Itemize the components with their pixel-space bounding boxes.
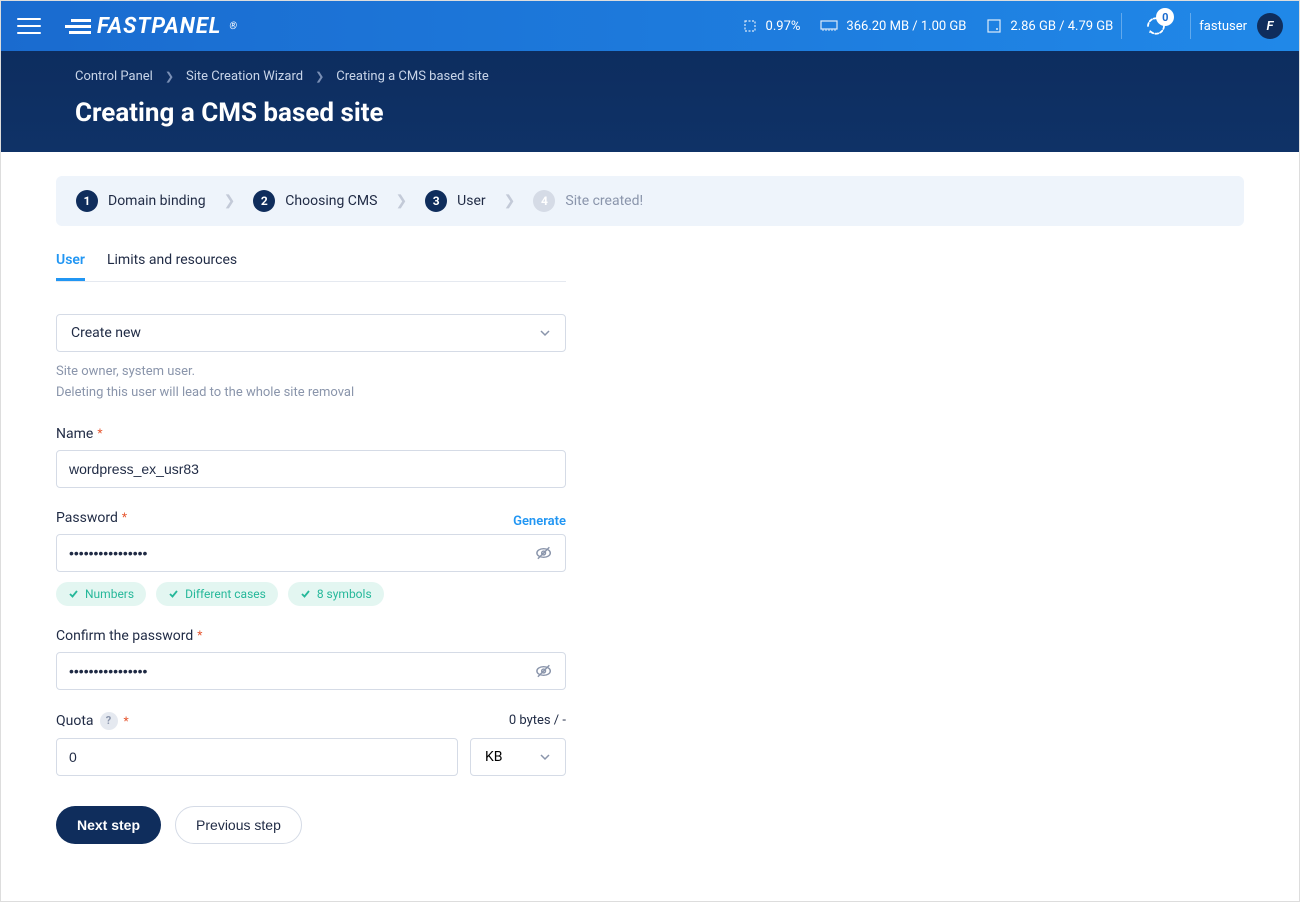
chip-symbols: 8 symbols — [288, 582, 384, 606]
subheader: Control Panel ❯ Site Creation Wizard ❯ C… — [1, 51, 1299, 152]
help-icon[interactable]: ? — [100, 712, 118, 730]
breadcrumb-item[interactable]: Site Creation Wizard — [186, 69, 303, 84]
name-input-wrap — [56, 450, 566, 488]
breadcrumb-item[interactable]: Creating a CMS based site — [336, 69, 488, 84]
tabs: User Limits and resources — [56, 252, 566, 282]
previous-step-button[interactable]: Previous step — [175, 806, 302, 844]
top-header: FASTPANEL ® 0.97% 366.20 MB / 1.00 GB 2.8… — [1, 1, 1299, 51]
ram-icon — [820, 19, 838, 33]
chevron-right-icon: ❯ — [165, 70, 174, 83]
content: 1 Domain binding ❯ 2 Choosing CMS ❯ 3 Us… — [1, 152, 1299, 868]
confirm-input-wrap — [56, 652, 566, 690]
page-title: Creating a CMS based site — [75, 98, 1225, 128]
owner-select-value: Create new — [71, 325, 141, 341]
logo-stripes-icon — [65, 19, 91, 34]
actions: Next step Previous step — [56, 806, 566, 844]
avatar: F — [1257, 13, 1283, 39]
logo-text: FASTPANEL — [97, 14, 221, 39]
chevron-right-icon: ❯ — [504, 193, 516, 209]
username: fastuser — [1199, 19, 1247, 34]
chevron-down-icon — [539, 751, 551, 763]
breadcrumb: Control Panel ❯ Site Creation Wizard ❯ C… — [75, 69, 1225, 84]
field-name: Name* — [56, 426, 566, 488]
field-owner: Create new Site owner, system user. Dele… — [56, 314, 566, 404]
breadcrumb-item[interactable]: Control Panel — [75, 69, 153, 84]
user-menu[interactable]: fastuser F — [1199, 13, 1283, 39]
step-choosing-cms[interactable]: 2 Choosing CMS — [253, 190, 377, 212]
password-chips: Numbers Different cases 8 symbols — [56, 582, 566, 606]
quota-unit-value: KB — [485, 749, 503, 765]
logo-reg: ® — [229, 21, 238, 32]
chip-numbers: Numbers — [56, 582, 146, 606]
stat-disk[interactable]: 2.86 GB / 4.79 GB — [986, 18, 1113, 34]
generate-link[interactable]: Generate — [513, 514, 566, 529]
quota-input[interactable] — [69, 739, 445, 775]
cpu-icon — [742, 18, 758, 34]
next-step-button[interactable]: Next step — [56, 806, 161, 844]
tab-user[interactable]: User — [56, 252, 85, 281]
password-label: Password* — [56, 510, 127, 526]
header-stats: 0.97% 366.20 MB / 1.00 GB 2.86 GB / 4.79… — [742, 18, 1114, 34]
check-icon — [168, 588, 179, 599]
chip-cases: Different cases — [156, 582, 278, 606]
stat-cpu[interactable]: 0.97% — [742, 18, 801, 34]
password-input-wrap — [56, 534, 566, 572]
step-domain-binding[interactable]: 1 Domain binding — [76, 190, 206, 212]
step-user[interactable]: 3 User — [425, 190, 485, 212]
check-icon — [68, 588, 79, 599]
chevron-right-icon: ❯ — [224, 193, 236, 209]
stat-ram[interactable]: 366.20 MB / 1.00 GB — [820, 19, 966, 34]
confirm-input[interactable] — [69, 653, 534, 689]
name-input[interactable] — [69, 451, 553, 487]
confirm-label: Confirm the password* — [56, 628, 566, 644]
logo[interactable]: FASTPANEL ® — [65, 14, 238, 39]
notif-badge: 0 — [1156, 8, 1174, 26]
quota-input-wrap — [56, 738, 458, 776]
chevron-down-icon — [539, 327, 551, 339]
owner-help: Site owner, system user. Deleting this u… — [56, 362, 566, 404]
quota-info: 0 bytes / - — [509, 713, 566, 728]
check-icon — [300, 588, 311, 599]
form-area: User Limits and resources Create new Sit… — [56, 252, 566, 844]
chevron-right-icon: ❯ — [395, 193, 407, 209]
name-label: Name* — [56, 426, 566, 442]
ram-value: 366.20 MB / 1.00 GB — [846, 19, 966, 34]
owner-select[interactable]: Create new — [56, 314, 566, 352]
field-password: Password* Generate Numbers Different cas… — [56, 510, 566, 606]
disk-value: 2.86 GB / 4.79 GB — [1010, 19, 1113, 34]
chevron-right-icon: ❯ — [315, 70, 324, 83]
wizard-steps: 1 Domain binding ❯ 2 Choosing CMS ❯ 3 Us… — [56, 176, 1244, 226]
step-site-created: 4 Site created! — [533, 190, 643, 212]
quota-label: Quota — [56, 713, 94, 729]
field-confirm: Confirm the password* — [56, 628, 566, 690]
password-input[interactable] — [69, 535, 534, 571]
disk-icon — [986, 18, 1002, 34]
quota-unit-select[interactable]: KB — [470, 738, 566, 776]
menu-icon[interactable] — [17, 14, 41, 38]
cpu-value: 0.97% — [766, 19, 801, 34]
eye-off-icon[interactable] — [534, 661, 553, 681]
field-quota: Quota ? * 0 bytes / - KB — [56, 712, 566, 776]
tab-limits[interactable]: Limits and resources — [107, 252, 237, 281]
notifications-button[interactable]: 0 — [1144, 14, 1168, 38]
eye-off-icon[interactable] — [534, 543, 553, 563]
